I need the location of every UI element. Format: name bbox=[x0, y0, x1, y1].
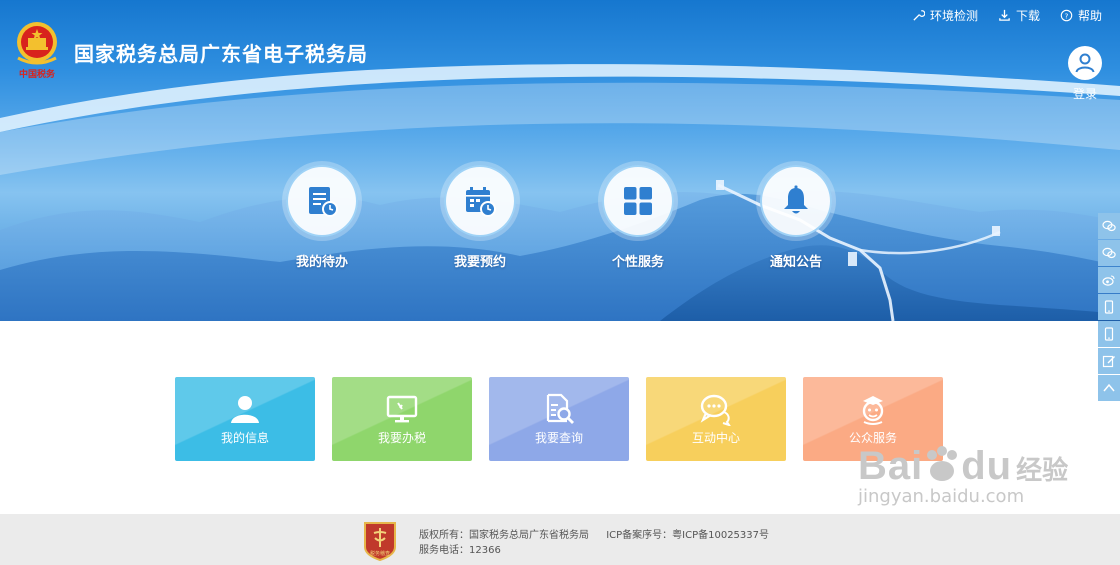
tile-my-info[interactable]: 我的信息 bbox=[175, 377, 315, 461]
footer-icp: ICP备案序号：粤ICP备10025337号 bbox=[606, 530, 770, 541]
env-check-link[interactable]: 环境检测 bbox=[912, 7, 978, 24]
todo-list-icon bbox=[309, 187, 338, 217]
nav-appointment-label: 我要预约 bbox=[453, 255, 506, 270]
download-label: 下载 bbox=[1015, 9, 1040, 23]
nav-circle bbox=[760, 165, 832, 237]
sidebar-mobile-button[interactable] bbox=[1098, 294, 1120, 320]
tile-tax-handling-label: 我要办税 bbox=[377, 431, 426, 445]
nav-my-todo[interactable]: 我的待办 bbox=[267, 165, 377, 270]
user-avatar-icon bbox=[1075, 53, 1095, 73]
back-to-top-icon bbox=[1103, 383, 1115, 392]
mobile-icon bbox=[1104, 300, 1114, 314]
footer-text: 版权所有：国家税务总局广东省税务局 ICP备案序号：粤ICP备10025337号… bbox=[419, 528, 783, 558]
avatar bbox=[1068, 46, 1102, 80]
back-to-top-button[interactable] bbox=[1098, 375, 1120, 401]
grid-icon bbox=[624, 187, 652, 215]
nav-personal-service[interactable]: 个性服务 bbox=[583, 165, 693, 270]
footer-copyright: 版权所有：国家税务总局广东省税务局 bbox=[419, 530, 589, 541]
mobile-icon bbox=[1104, 327, 1114, 341]
sidebar-mobile-button-2[interactable] bbox=[1098, 321, 1120, 347]
floating-sidebar bbox=[1098, 213, 1120, 402]
paw-icon bbox=[923, 445, 961, 490]
sidebar-weibo-button[interactable] bbox=[1098, 267, 1120, 293]
logo-caption: 中国税务 bbox=[18, 70, 55, 80]
tile-query-label: 我要查询 bbox=[534, 431, 583, 445]
help-icon: ? bbox=[1060, 9, 1073, 22]
user-icon bbox=[231, 396, 259, 423]
help-link[interactable]: ? 帮助 bbox=[1060, 7, 1102, 24]
tile-interaction-center-label: 互动中心 bbox=[691, 431, 740, 445]
env-check-label: 环境检测 bbox=[929, 9, 978, 23]
footer-phone: 服务电话：12366 bbox=[419, 545, 501, 556]
wechat-icon bbox=[1102, 220, 1116, 232]
watermark-brand-cn: 经验 bbox=[1016, 456, 1069, 486]
tool-icon bbox=[913, 10, 925, 21]
sidebar-wechat-button-2[interactable] bbox=[1098, 240, 1120, 266]
emblem-caption: 税务稽查 bbox=[370, 550, 390, 557]
tax-inspection-emblem-icon: 税务稽查 bbox=[364, 522, 396, 561]
chat-icon bbox=[700, 394, 731, 426]
tile-query[interactable]: 我要查询 bbox=[489, 377, 629, 461]
document-search-icon bbox=[546, 393, 574, 424]
download-icon bbox=[999, 9, 1010, 21]
nav-circle bbox=[444, 165, 516, 237]
monitor-icon bbox=[386, 395, 418, 423]
nav-circle bbox=[602, 165, 674, 237]
site-title: 国家税务总局广东省电子税务局 bbox=[74, 42, 368, 66]
download-link[interactable]: 下载 bbox=[998, 7, 1040, 24]
login-label: 登录 bbox=[1072, 87, 1097, 101]
svg-text:?: ? bbox=[1065, 11, 1069, 20]
service-person-icon bbox=[862, 396, 884, 425]
tile-my-info-label: 我的信息 bbox=[220, 431, 269, 445]
wechat-icon bbox=[1102, 247, 1116, 259]
nav-announcement-label: 通知公告 bbox=[769, 255, 822, 270]
watermark-brand-end: du bbox=[961, 444, 1013, 488]
nav-circle bbox=[286, 165, 358, 237]
login-button[interactable]: 登录 bbox=[1066, 46, 1104, 102]
weibo-icon bbox=[1102, 275, 1115, 286]
hero-banner: 中国税务 国家税务总局广东省电子税务局 环境检测 下载 ? 帮助 登录 我的待办… bbox=[0, 0, 1120, 321]
nav-my-todo-label: 我的待办 bbox=[295, 255, 348, 270]
baidu-jingyan-watermark: Bai du 经验 jingyan.baidu.com bbox=[858, 444, 1068, 507]
nav-personal-service-label: 个性服务 bbox=[611, 255, 664, 270]
sidebar-wechat-button[interactable] bbox=[1098, 213, 1120, 239]
watermark-brand: Bai bbox=[858, 444, 924, 488]
tax-bureau-logo: 中国税务 bbox=[12, 20, 62, 80]
footer: 税务稽查 版权所有：国家税务总局广东省税务局 ICP备案序号：粤ICP备1002… bbox=[0, 514, 1120, 565]
calendar-icon bbox=[466, 187, 496, 217]
nav-announcement[interactable]: 通知公告 bbox=[741, 165, 851, 270]
bell-icon bbox=[784, 185, 808, 214]
sidebar-edit-button[interactable] bbox=[1098, 348, 1120, 374]
tile-tax-handling[interactable]: 我要办税 bbox=[332, 377, 472, 461]
nav-appointment[interactable]: 我要预约 bbox=[425, 165, 535, 270]
edit-icon bbox=[1102, 355, 1115, 368]
top-links: 环境检测 下载 ? 帮助 bbox=[912, 7, 1102, 24]
help-label: 帮助 bbox=[1077, 9, 1102, 23]
tile-interaction-center[interactable]: 互动中心 bbox=[646, 377, 786, 461]
